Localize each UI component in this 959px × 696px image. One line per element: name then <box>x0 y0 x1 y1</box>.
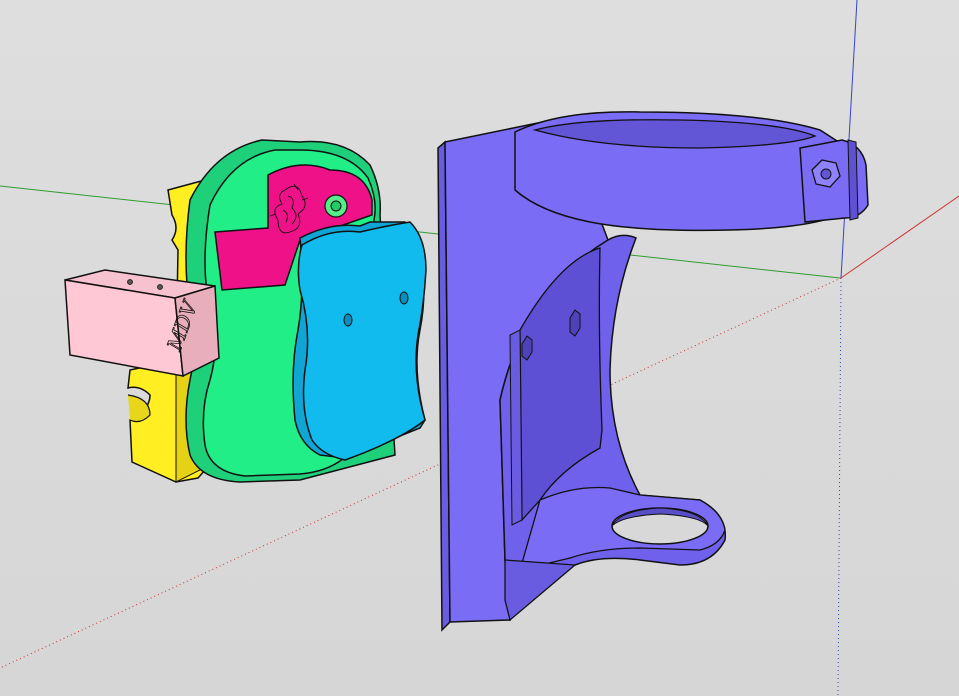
bracket-arm-recess-wall <box>509 329 523 526</box>
cyan-cover-hole-left <box>343 313 353 327</box>
hex-nut-bore <box>820 168 832 180</box>
bracket-plate-lip <box>504 559 577 622</box>
3d-viewport[interactable]: MDV <box>0 0 959 696</box>
cyan-cover-part[interactable] <box>292 221 427 461</box>
purple-bracket-part[interactable] <box>437 111 869 632</box>
cyan-cover-hole-right <box>399 291 409 305</box>
blue-axis-solid <box>840 0 858 279</box>
scene-canvas[interactable]: MDV <box>0 0 959 696</box>
blue-axis-dotted <box>837 277 842 696</box>
bracket-clamp-gap <box>847 139 859 221</box>
pink-block-hole-1 <box>127 279 133 285</box>
yellow-clamp-notch <box>127 394 151 423</box>
magenta-plate-hole-inner <box>330 200 342 212</box>
pink-block-hole-2 <box>157 284 163 290</box>
pink-block-part[interactable]: MDV <box>64 269 220 378</box>
cyan-cover-face <box>297 221 427 461</box>
